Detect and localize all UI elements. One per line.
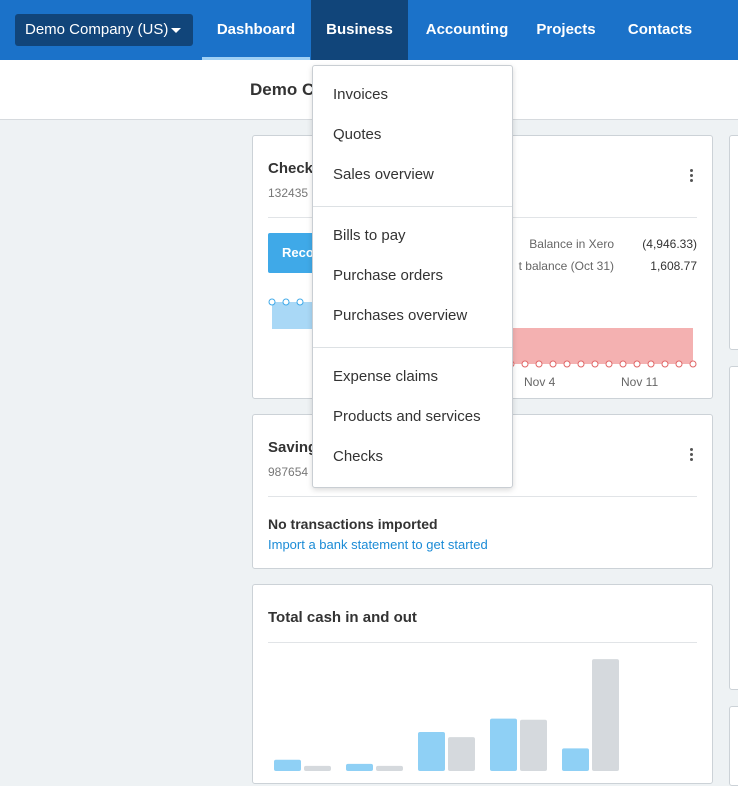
negative-balance-point xyxy=(563,360,571,368)
more-options-icon[interactable] xyxy=(690,169,694,184)
organisation-name: Demo Company (US) xyxy=(25,21,169,38)
menu-separator xyxy=(313,347,512,348)
cash-in-bar xyxy=(418,732,445,771)
nav-dashboard[interactable]: Dashboard xyxy=(202,0,310,60)
negative-balance-point xyxy=(591,360,599,368)
total-cash-card: Total cash in and out xyxy=(252,584,713,784)
caret-down-icon xyxy=(171,28,181,33)
nav-projects[interactable]: Projects xyxy=(526,0,606,60)
axis-label-nov-11: Nov 11 xyxy=(621,375,659,389)
organisation-switcher[interactable]: Demo Company (US) xyxy=(15,14,193,46)
menu-item-sales-overview[interactable]: Sales overview xyxy=(333,162,434,188)
cash-out-bar xyxy=(304,765,331,771)
menu-item-purchase-orders[interactable]: Purchase orders xyxy=(333,263,443,289)
negative-balance-point xyxy=(647,360,655,368)
negative-balance-point xyxy=(521,360,529,368)
cash-out-bar xyxy=(520,719,547,771)
negative-balance-point xyxy=(605,360,613,368)
positive-balance-points xyxy=(268,298,304,306)
cash-in-bar xyxy=(274,759,301,771)
negative-balance-point xyxy=(549,360,557,368)
menu-item-expense-claims[interactable]: Expense claims xyxy=(333,364,438,390)
negative-balance-point xyxy=(675,360,683,368)
business-dropdown-menu: Invoices Quotes Sales overview Bills to … xyxy=(312,65,513,488)
card-divider xyxy=(268,642,697,643)
menu-item-products-and-services[interactable]: Products and services xyxy=(333,404,481,430)
menu-separator xyxy=(313,206,512,207)
cash-out-bar xyxy=(592,659,619,771)
negative-balance-point xyxy=(661,360,669,368)
menu-item-invoices[interactable]: Invoices xyxy=(333,82,388,108)
cash-out-bar xyxy=(448,737,475,771)
page-title: Demo C xyxy=(250,80,315,99)
nav-accounting[interactable]: Accounting xyxy=(412,0,522,60)
cash-in-bar xyxy=(562,748,589,771)
statement-balance-label: t balance (Oct 31) xyxy=(518,259,614,273)
menu-item-bills-to-pay[interactable]: Bills to pay xyxy=(333,223,406,249)
right-partial-card-3 xyxy=(729,706,738,786)
balance-in-xero-label: Balance in Xero xyxy=(529,237,614,251)
menu-item-purchases-overview[interactable]: Purchases overview xyxy=(333,303,467,329)
nav-contacts[interactable]: Contacts xyxy=(612,0,708,60)
import-statement-link[interactable]: Import a bank statement to get started xyxy=(268,537,488,552)
right-partial-card-1 xyxy=(729,135,738,350)
no-transactions-title: No transactions imported xyxy=(268,516,438,532)
cash-in-out-chart xyxy=(274,659,619,771)
nav-business[interactable]: Business xyxy=(311,0,408,60)
more-options-icon[interactable] xyxy=(690,448,694,463)
negative-balance-area xyxy=(511,328,693,364)
axis-label-nov-4: Nov 4 xyxy=(524,375,556,389)
menu-item-checks[interactable]: Checks xyxy=(333,444,383,470)
negative-balance-point xyxy=(577,360,585,368)
menu-item-quotes[interactable]: Quotes xyxy=(333,122,381,148)
right-partial-card-2 xyxy=(729,366,738,690)
negative-balance-point xyxy=(633,360,641,368)
balance-in-xero-value: (4,946.33) xyxy=(642,237,697,251)
negative-balance-point xyxy=(619,360,627,368)
card-divider xyxy=(268,496,697,497)
negative-balance-point xyxy=(535,360,543,368)
negative-balance-point xyxy=(689,360,697,368)
cash-in-bar xyxy=(490,718,517,771)
cash-card-title: Total cash in and out xyxy=(268,609,417,626)
cash-out-bar xyxy=(376,765,403,771)
top-navigation: Demo Company (US) Dashboard Business Acc… xyxy=(0,0,738,60)
statement-balance-value: 1,608.77 xyxy=(650,259,697,273)
